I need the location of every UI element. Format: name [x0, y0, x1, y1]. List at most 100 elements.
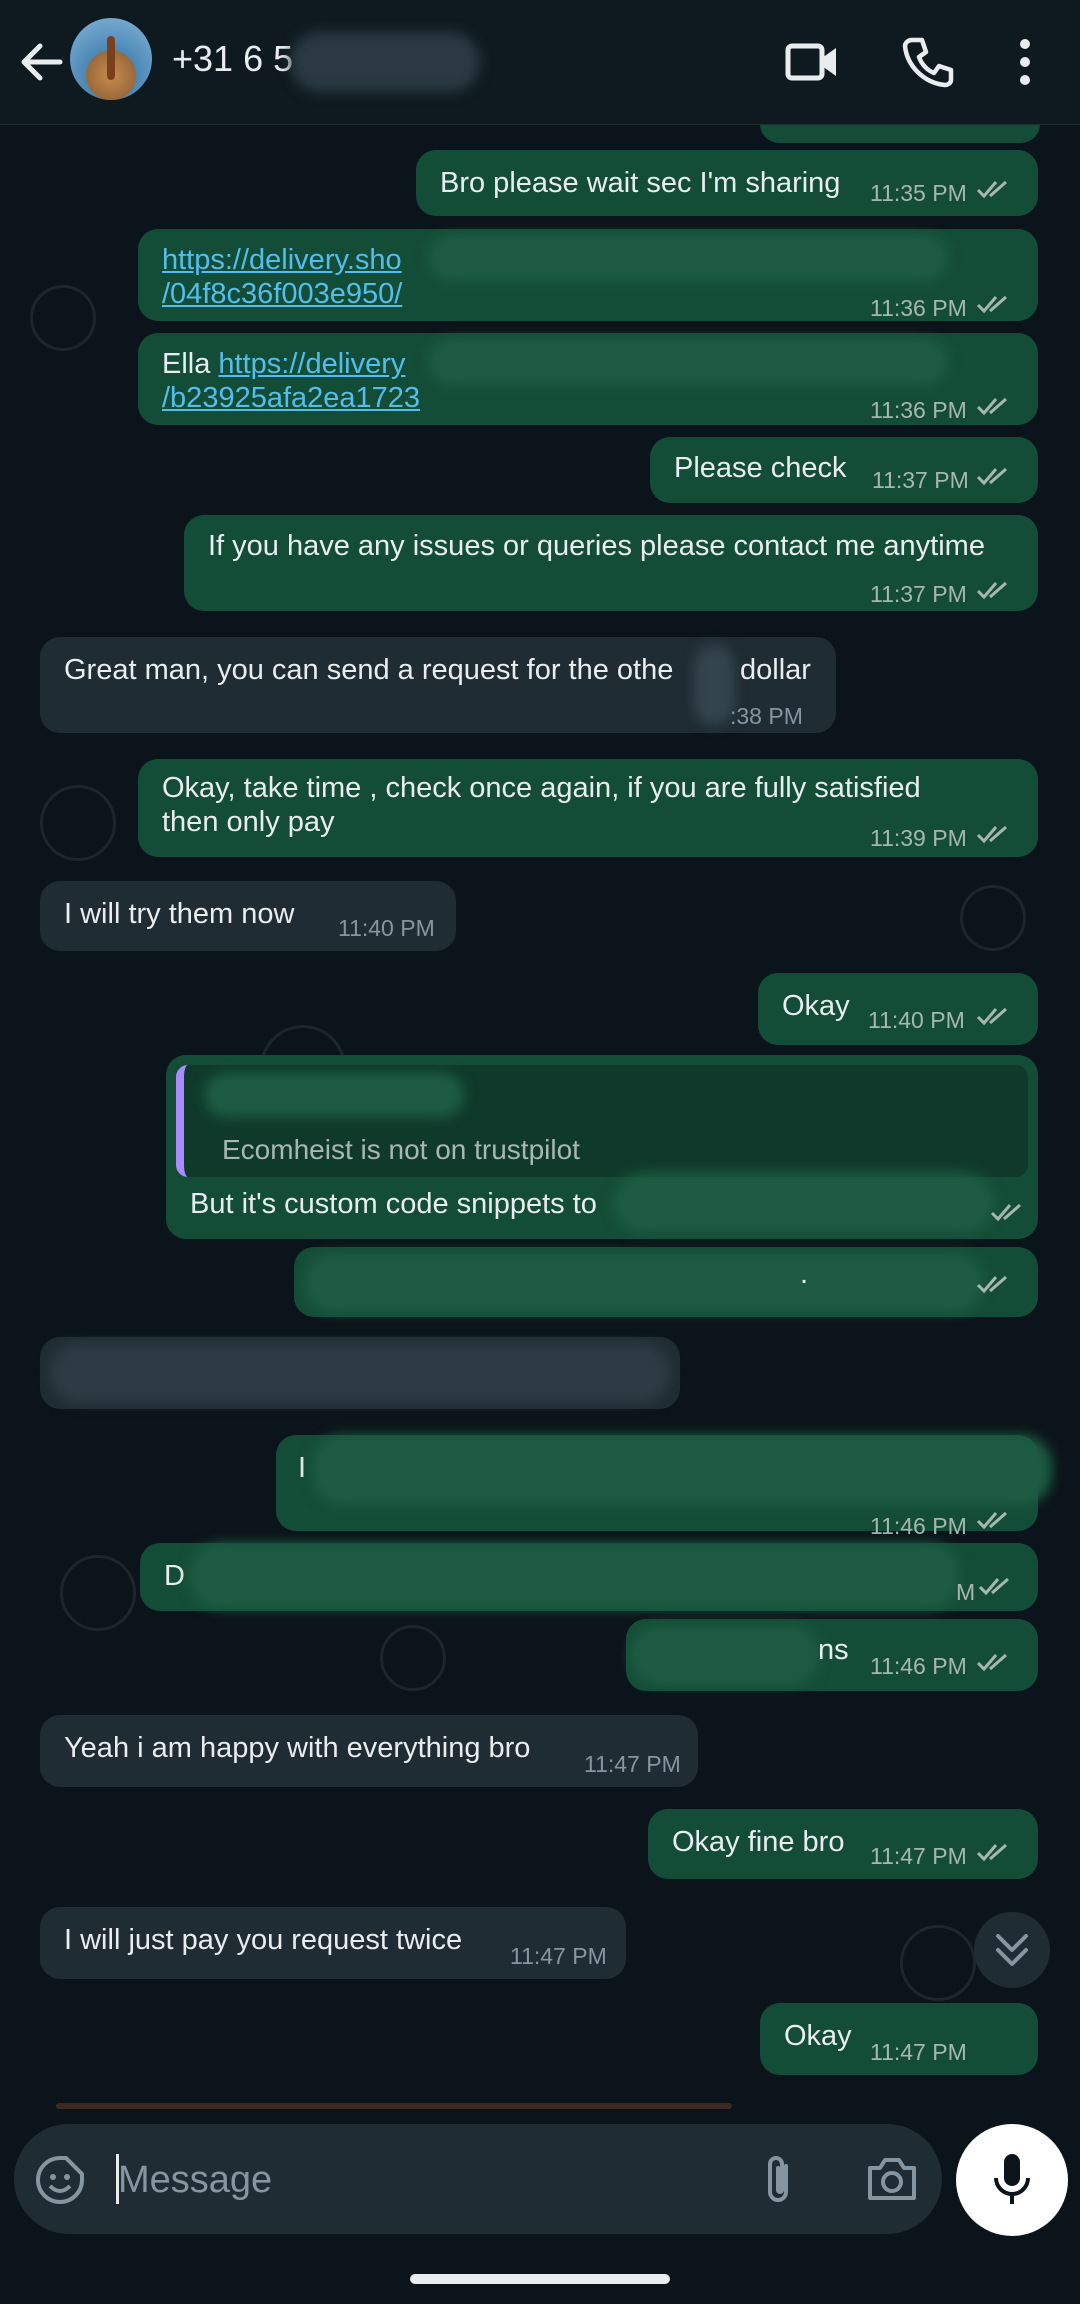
message-outgoing[interactable]: Okay 11:47 PM	[760, 2003, 1038, 2075]
phone-icon[interactable]	[900, 34, 956, 90]
message-text: I will try them now	[64, 898, 295, 930]
message-text: I	[298, 1452, 307, 1484]
message-time: 11:47 PM	[510, 1943, 607, 1969]
message-text: If you have any issues or queries please…	[208, 530, 985, 562]
message-list[interactable]: Bro please wait sec I'm sharing 11:35 PM…	[0, 125, 1080, 2110]
video-call-icon[interactable]	[784, 34, 840, 90]
voice-message-button[interactable]	[956, 2124, 1068, 2236]
chat-header: +31 6 5	[0, 0, 1080, 125]
camera-icon[interactable]	[866, 2154, 918, 2202]
contact-name[interactable]: +31 6 5	[172, 38, 293, 80]
redacted-text	[304, 1253, 984, 1313]
wallpaper-doodle	[900, 1925, 976, 2001]
message-incoming[interactable]: Yeah i am happy with everything bro 11:4…	[40, 1715, 698, 1787]
redacted-text	[312, 1435, 1052, 1505]
message-outgoing[interactable]: D M	[140, 1543, 1038, 1611]
message-time: 11:36 PM	[870, 397, 967, 423]
message-time: 11:40 PM	[868, 1007, 965, 1033]
arrow-left-icon[interactable]	[18, 32, 68, 92]
contact-avatar[interactable]	[70, 18, 152, 100]
message-text: Okay	[782, 990, 850, 1022]
message-time: 11:47 PM	[584, 1751, 681, 1777]
read-ticks-icon	[976, 397, 1007, 416]
message-time: 11:46 PM	[870, 1653, 967, 1679]
redacted-text	[694, 645, 734, 725]
wallpaper-doodle	[30, 285, 96, 351]
message-link[interactable]: /04f8c36f003e950/	[162, 277, 402, 311]
message-time: :38 PM	[730, 703, 803, 729]
redacted-text	[190, 1543, 960, 1609]
message-text: dollar	[740, 654, 811, 686]
read-ticks-icon	[990, 1203, 1021, 1222]
read-ticks-icon	[976, 295, 1007, 314]
message-outgoing[interactable]: Bro please wait sec I'm sharing 11:35 PM	[416, 150, 1038, 216]
quoted-message[interactable]: Ecomheist is not on trustpilot	[176, 1065, 1028, 1177]
message-time: M	[956, 1579, 976, 1605]
read-ticks-icon	[976, 1275, 1007, 1294]
message-text: ns	[818, 1634, 849, 1666]
chevron-double-down-icon	[996, 1934, 1028, 1966]
message-reply-outgoing[interactable]: Ecomheist is not on trustpilot But it's …	[166, 1055, 1038, 1239]
read-ticks-icon	[976, 825, 1007, 844]
scroll-to-bottom-button[interactable]	[974, 1912, 1050, 1988]
read-ticks-icon	[976, 1007, 1007, 1026]
message-incoming[interactable]	[40, 1337, 680, 1409]
message-outgoing[interactable]: ns 11:46 PM	[626, 1619, 1038, 1691]
redacted-name	[290, 32, 480, 92]
message-bubble-partial	[760, 125, 1040, 143]
message-text: I will just pay you request twice	[64, 1924, 463, 1956]
message-text: Yeah i am happy with everything bro	[64, 1732, 531, 1764]
message-link[interactable]: /b23925afa2ea1723	[162, 381, 420, 415]
message-outgoing[interactable]: Okay fine bro 11:47 PM	[648, 1809, 1038, 1879]
redacted-text	[630, 1625, 820, 1685]
message-text: Bro please wait sec I'm sharing	[440, 167, 841, 199]
redacted-text	[614, 1173, 994, 1233]
message-text: Okay fine bro	[672, 1826, 845, 1858]
read-ticks-icon	[976, 1843, 1007, 1862]
message-time: 11:47 PM	[870, 2039, 967, 2065]
message-outgoing[interactable]: Ella https://delivery /b23925afa2ea1723 …	[138, 333, 1038, 425]
message-composer	[14, 2124, 942, 2234]
message-link[interactable]: https://delivery.sho	[162, 243, 402, 277]
redacted-text	[428, 235, 948, 281]
read-ticks-icon	[976, 467, 1007, 486]
microphone-icon	[994, 2154, 1030, 2204]
home-indicator[interactable]	[410, 2274, 670, 2284]
read-ticks-icon	[976, 581, 1007, 600]
message-text: then only pay	[162, 806, 335, 838]
message-incoming[interactable]: I will try them now 11:40 PM	[40, 881, 456, 951]
message-outgoing[interactable]: If you have any issues or queries please…	[184, 515, 1038, 611]
message-text: Great man, you can send a request for th…	[64, 654, 674, 686]
message-time: 11:39 PM	[870, 825, 967, 851]
message-outgoing[interactable]: I 11:46 PM	[276, 1435, 1052, 1539]
wallpaper-doodle	[40, 785, 116, 861]
wallpaper-doodle	[60, 1555, 136, 1631]
message-text: Please check	[674, 452, 847, 484]
message-time: 11:36 PM	[870, 295, 967, 321]
redacted-text	[428, 339, 948, 385]
redacted-text	[50, 1343, 670, 1403]
paperclip-icon[interactable]	[758, 2152, 798, 2208]
message-time: 11:37 PM	[872, 467, 969, 493]
message-text: .	[800, 1258, 809, 1290]
wallpaper-doodle	[380, 1625, 446, 1691]
message-text: But it's custom code snippets to	[190, 1188, 597, 1220]
message-link[interactable]: Ella https://delivery	[162, 347, 405, 381]
message-text: D	[164, 1560, 185, 1592]
message-outgoing[interactable]: Okay 11:40 PM	[758, 973, 1038, 1045]
message-time: 11:35 PM	[870, 180, 967, 206]
message-incoming[interactable]: Great man, you can send a request for th…	[40, 637, 836, 733]
message-incoming[interactable]: I will just pay you request twice 11:47 …	[40, 1907, 626, 1979]
message-outgoing[interactable]: Please check 11:37 PM	[650, 437, 1038, 503]
message-outgoing[interactable]: .	[294, 1247, 1038, 1317]
redacted-sender	[204, 1073, 464, 1117]
read-ticks-icon	[978, 1577, 1009, 1596]
message-outgoing[interactable]: https://delivery.sho /04f8c36f003e950/ 1…	[138, 229, 1038, 321]
message-time: 11:37 PM	[870, 581, 967, 607]
sticker-icon[interactable]	[34, 2154, 86, 2206]
wallpaper-doodle	[960, 885, 1026, 951]
message-input[interactable]	[116, 2148, 720, 2212]
message-text: Okay, take time , check once again, if y…	[162, 772, 921, 804]
message-outgoing[interactable]: Okay, take time , check once again, if y…	[138, 759, 1038, 857]
more-vertical-icon[interactable]	[1010, 34, 1040, 90]
